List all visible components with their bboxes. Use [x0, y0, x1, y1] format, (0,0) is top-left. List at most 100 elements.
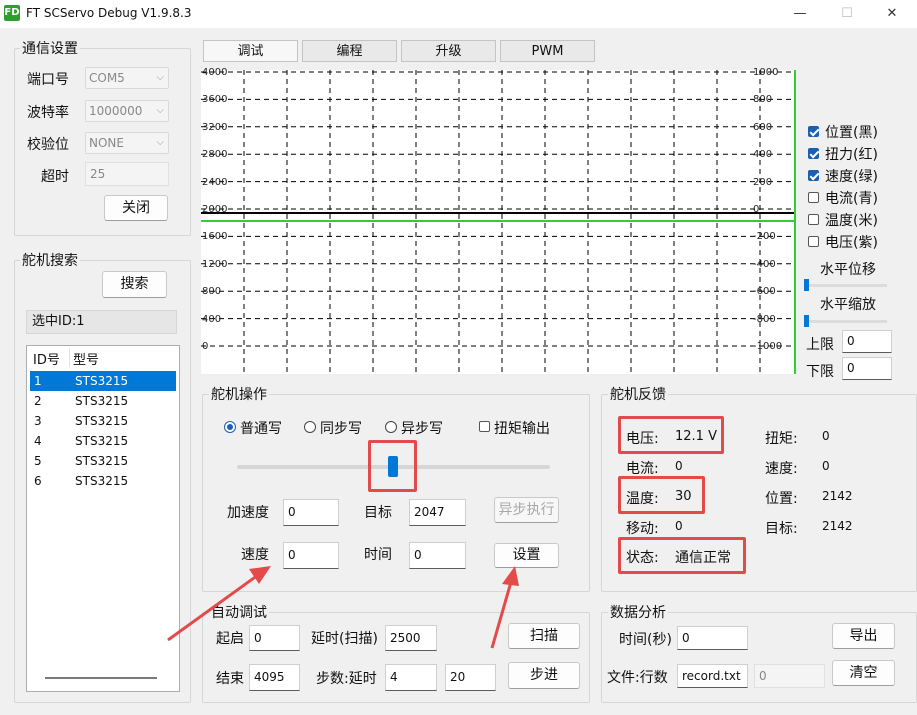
tab-upgrade[interactable]: 升级	[401, 40, 496, 62]
right-tick-label: -800	[753, 313, 776, 325]
mode-sync-label[interactable]: 同步写	[320, 418, 362, 438]
legend-label[interactable]: 电压(紫)	[825, 232, 878, 252]
column-header-id[interactable]: ID号	[33, 349, 60, 368]
chevron-down-icon: ⌵	[156, 72, 164, 83]
file-name-input[interactable]: record.txt	[677, 664, 748, 688]
baud-select[interactable]: 1000000 ⌵	[85, 100, 169, 122]
list-item[interactable]: 5 STS3215	[30, 451, 176, 471]
servo-list[interactable]: ID号 型号 1 STS3215 2 STS3215 3 STS3215 4 STS3215 5…	[26, 345, 180, 692]
list-item[interactable]: 3 STS3215	[30, 411, 176, 431]
speed-fb-label: 速度:	[765, 461, 798, 477]
legend-checkbox[interactable]	[808, 214, 819, 225]
close-port-button[interactable]: 关闭	[104, 195, 168, 221]
legend-label[interactable]: 速度(绿)	[825, 166, 878, 186]
mode-async-label[interactable]: 异步写	[401, 418, 443, 438]
mode-async-radio[interactable]	[385, 421, 397, 433]
upper-limit-input[interactable]: 0	[842, 330, 892, 353]
export-button[interactable]: 导出	[832, 623, 895, 649]
scan-button[interactable]: 扫描	[508, 623, 580, 649]
close-window-button[interactable]: ✕	[877, 4, 907, 24]
mode-sync-radio[interactable]	[304, 421, 316, 433]
servo-operation-title: 舵机操作	[209, 384, 269, 404]
start-input[interactable]: 0	[249, 625, 300, 651]
end-label: 结束	[216, 671, 244, 687]
mode-normal-label[interactable]: 普通写	[240, 418, 282, 438]
target-input[interactable]: 2047	[409, 499, 466, 526]
h-offset-slider[interactable]	[805, 284, 887, 287]
list-item[interactable]: 6 STS3215	[30, 471, 176, 491]
slider-highlight-box	[368, 440, 417, 492]
parity-value: NONE	[89, 136, 124, 150]
servo-id: 3	[34, 414, 42, 428]
servo-feedback-title: 舵机反馈	[608, 384, 668, 404]
legend-checkbox[interactable]	[808, 170, 819, 181]
search-button[interactable]: 搜索	[102, 271, 167, 298]
set-button[interactable]: 设置	[494, 543, 559, 568]
position-fb-value: 2142	[822, 489, 853, 503]
servo-id: 4	[34, 434, 42, 448]
step-button[interactable]: 步进	[508, 662, 580, 689]
horizontal-scrollbar[interactable]	[45, 677, 157, 679]
servo-plot: 4000 3600 3200 2800 2400 2000 1600 1200 800 400 0 …	[201, 67, 796, 374]
port-value: COM5	[89, 71, 125, 85]
legend-label[interactable]: 位置(黑)	[825, 122, 878, 142]
list-item[interactable]: 4 STS3215	[30, 431, 176, 451]
right-tick-label: -1000	[753, 341, 783, 352]
tab-debug[interactable]: 调试	[203, 40, 298, 62]
step-delay-label: 步数:延时	[316, 671, 377, 687]
baud-label: 波特率	[27, 105, 69, 121]
left-tick-label: 1200	[202, 258, 228, 270]
step-input[interactable]: 4	[385, 664, 437, 691]
mode-normal-radio[interactable]	[224, 421, 236, 433]
file-rows-label: 文件:行数	[607, 670, 668, 686]
legend-label[interactable]: 电流(青)	[825, 188, 878, 208]
maximize-button[interactable]: ☐	[832, 4, 862, 24]
legend-checkbox[interactable]	[808, 148, 819, 159]
clear-button[interactable]: 清空	[832, 660, 895, 686]
left-tick-label: 3200	[202, 121, 228, 133]
delay-scan-label: 延时(扫描)	[311, 631, 378, 647]
right-tick-label: 400	[753, 149, 773, 161]
servo-search-title: 舵机搜索	[20, 250, 80, 270]
async-execute-button[interactable]: 异步执行	[494, 497, 559, 523]
h-zoom-thumb[interactable]	[804, 315, 809, 327]
list-item[interactable]: 2 STS3215	[30, 391, 176, 411]
servo-id: 5	[34, 454, 42, 468]
accel-input[interactable]: 0	[283, 499, 339, 526]
column-header-model[interactable]: 型号	[73, 349, 99, 368]
tab-program[interactable]: 编程	[302, 40, 397, 62]
parity-select[interactable]: NONE ⌵	[85, 132, 169, 154]
speed-input[interactable]: 0	[283, 542, 339, 569]
legend-label[interactable]: 扭力(红)	[825, 144, 878, 164]
torque-output-label[interactable]: 扭矩输出	[494, 418, 550, 438]
torque-output-checkbox[interactable]	[479, 421, 490, 432]
timeout-input[interactable]: 25	[85, 162, 169, 186]
legend-label[interactable]: 温度(米)	[825, 210, 878, 230]
comm-settings-title: 通信设置	[20, 38, 80, 58]
h-zoom-slider[interactable]	[805, 320, 887, 323]
left-tick-label: 0	[202, 341, 209, 352]
time-input[interactable]: 0	[409, 542, 466, 569]
servo-id: 1	[34, 374, 42, 388]
target-label: 目标	[364, 505, 392, 521]
legend-checkbox[interactable]	[808, 126, 819, 137]
left-tick-label: 4000	[202, 67, 228, 78]
delay-input[interactable]: 20	[445, 664, 496, 691]
list-item[interactable]: 1 STS3215	[30, 371, 176, 391]
servo-model: STS3215	[75, 434, 129, 448]
legend-checkbox[interactable]	[808, 236, 819, 247]
right-tick-label: -200	[753, 231, 776, 243]
analysis-time-input[interactable]: 0	[677, 626, 748, 650]
minimize-button[interactable]: —	[785, 4, 815, 24]
h-offset-thumb[interactable]	[804, 279, 809, 291]
servo-model: STS3215	[75, 394, 129, 408]
legend-checkbox[interactable]	[808, 192, 819, 203]
port-select[interactable]: COM5 ⌵	[85, 67, 169, 89]
lower-limit-input[interactable]: 0	[842, 357, 892, 380]
target-fb-label: 目标:	[765, 521, 798, 537]
tab-pwm[interactable]: PWM	[500, 40, 595, 62]
servo-id: 6	[34, 474, 42, 488]
delay-scan-input[interactable]: 2500	[385, 625, 437, 651]
end-input[interactable]: 4095	[249, 664, 300, 691]
right-tick-label: -400	[753, 258, 776, 270]
